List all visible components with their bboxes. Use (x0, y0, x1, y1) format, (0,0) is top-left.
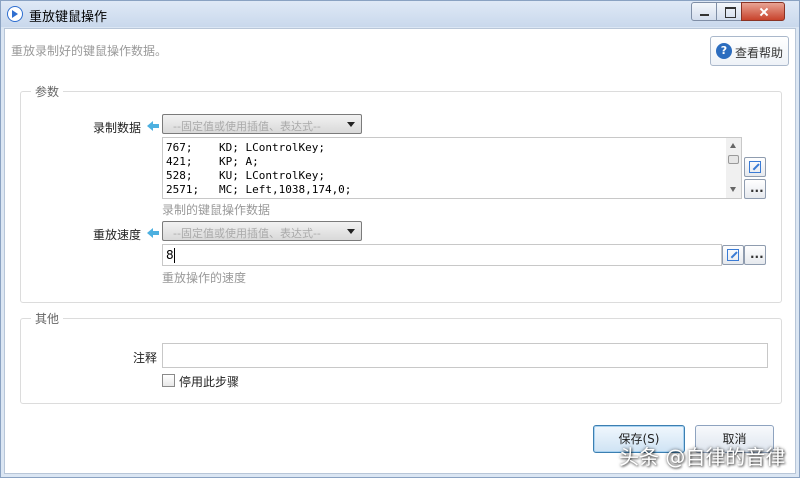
help-button-label: 查看帮助 (735, 46, 784, 60)
arrow-left-icon (147, 121, 159, 131)
help-button[interactable]: ? 查看帮助 (710, 36, 789, 66)
record-data-dropdown-text: --固定值或使用插值、表达式-- (173, 120, 321, 133)
params-group-title: 参数 (31, 83, 64, 100)
expand-icon (727, 249, 739, 261)
chevron-down-icon (347, 229, 355, 234)
arrow-left-icon (147, 228, 159, 238)
other-group-title: 其他 (31, 310, 64, 327)
expand-icon (749, 161, 761, 173)
ellipsis-icon: ... (750, 247, 764, 261)
chevron-down-icon (347, 122, 355, 127)
dialog-window: 重放键鼠操作 重放录制好的键鼠操作数据。 ? 查看帮助 参数 录制数据 --固定… (0, 0, 800, 478)
record-line: 767; KD; LControlKey; (166, 141, 325, 154)
textarea-scrollbar[interactable] (726, 138, 741, 198)
minimize-button[interactable] (691, 2, 717, 21)
record-line: 528; KU; LControlKey; (166, 169, 325, 182)
record-data-browse-button[interactable]: ... (744, 179, 766, 199)
speed-hint: 重放操作的速度 (162, 271, 247, 285)
record-data-textarea[interactable]: 767; KD; LControlKey; 421; KP; A; 528; K… (162, 137, 742, 199)
record-data-dropdown[interactable]: --固定值或使用插值、表达式-- (162, 114, 362, 134)
ellipsis-icon: ... (750, 181, 764, 195)
disable-step-label[interactable]: 停用此步骤 (179, 373, 239, 390)
record-data-expand-button[interactable] (744, 157, 766, 177)
watermark-text: 头条 @自律的音律 (619, 445, 786, 469)
record-line: 421; KP; A; (166, 155, 259, 168)
note-input[interactable] (162, 343, 768, 368)
record-line: 2571; MC; Left,1038,174,0; (166, 183, 352, 196)
scroll-up-icon[interactable] (730, 143, 736, 148)
play-icon (7, 6, 23, 22)
dialog-description: 重放录制好的键鼠操作数据。 (11, 44, 168, 58)
scroll-thumb[interactable] (728, 155, 739, 164)
maximize-button[interactable] (716, 2, 742, 21)
text-caret (174, 248, 175, 263)
title-bar[interactable]: 重放键鼠操作 (1, 1, 799, 27)
speed-expand-button[interactable] (722, 245, 744, 265)
close-button[interactable] (741, 2, 785, 21)
record-data-hint: 录制的键鼠操作数据 (162, 203, 271, 217)
record-data-label: 录制数据 (92, 121, 141, 135)
speed-dropdown-text: --固定值或使用插值、表达式-- (173, 227, 321, 240)
speed-dropdown[interactable]: --固定值或使用插值、表达式-- (162, 221, 362, 241)
question-icon: ? (716, 43, 732, 59)
speed-browse-button[interactable]: ... (744, 245, 766, 265)
disable-step-checkbox[interactable] (162, 374, 175, 387)
speed-value: 8 (166, 248, 174, 262)
window-title: 重放键鼠操作 (29, 10, 108, 25)
speed-label: 重放速度 (92, 228, 141, 242)
note-label: 注释 (132, 351, 157, 365)
dialog-body: 重放录制好的键鼠操作数据。 ? 查看帮助 参数 录制数据 --固定值或使用插值、… (4, 28, 796, 474)
speed-input[interactable]: 8 (162, 244, 722, 266)
scroll-down-icon[interactable] (730, 187, 736, 192)
